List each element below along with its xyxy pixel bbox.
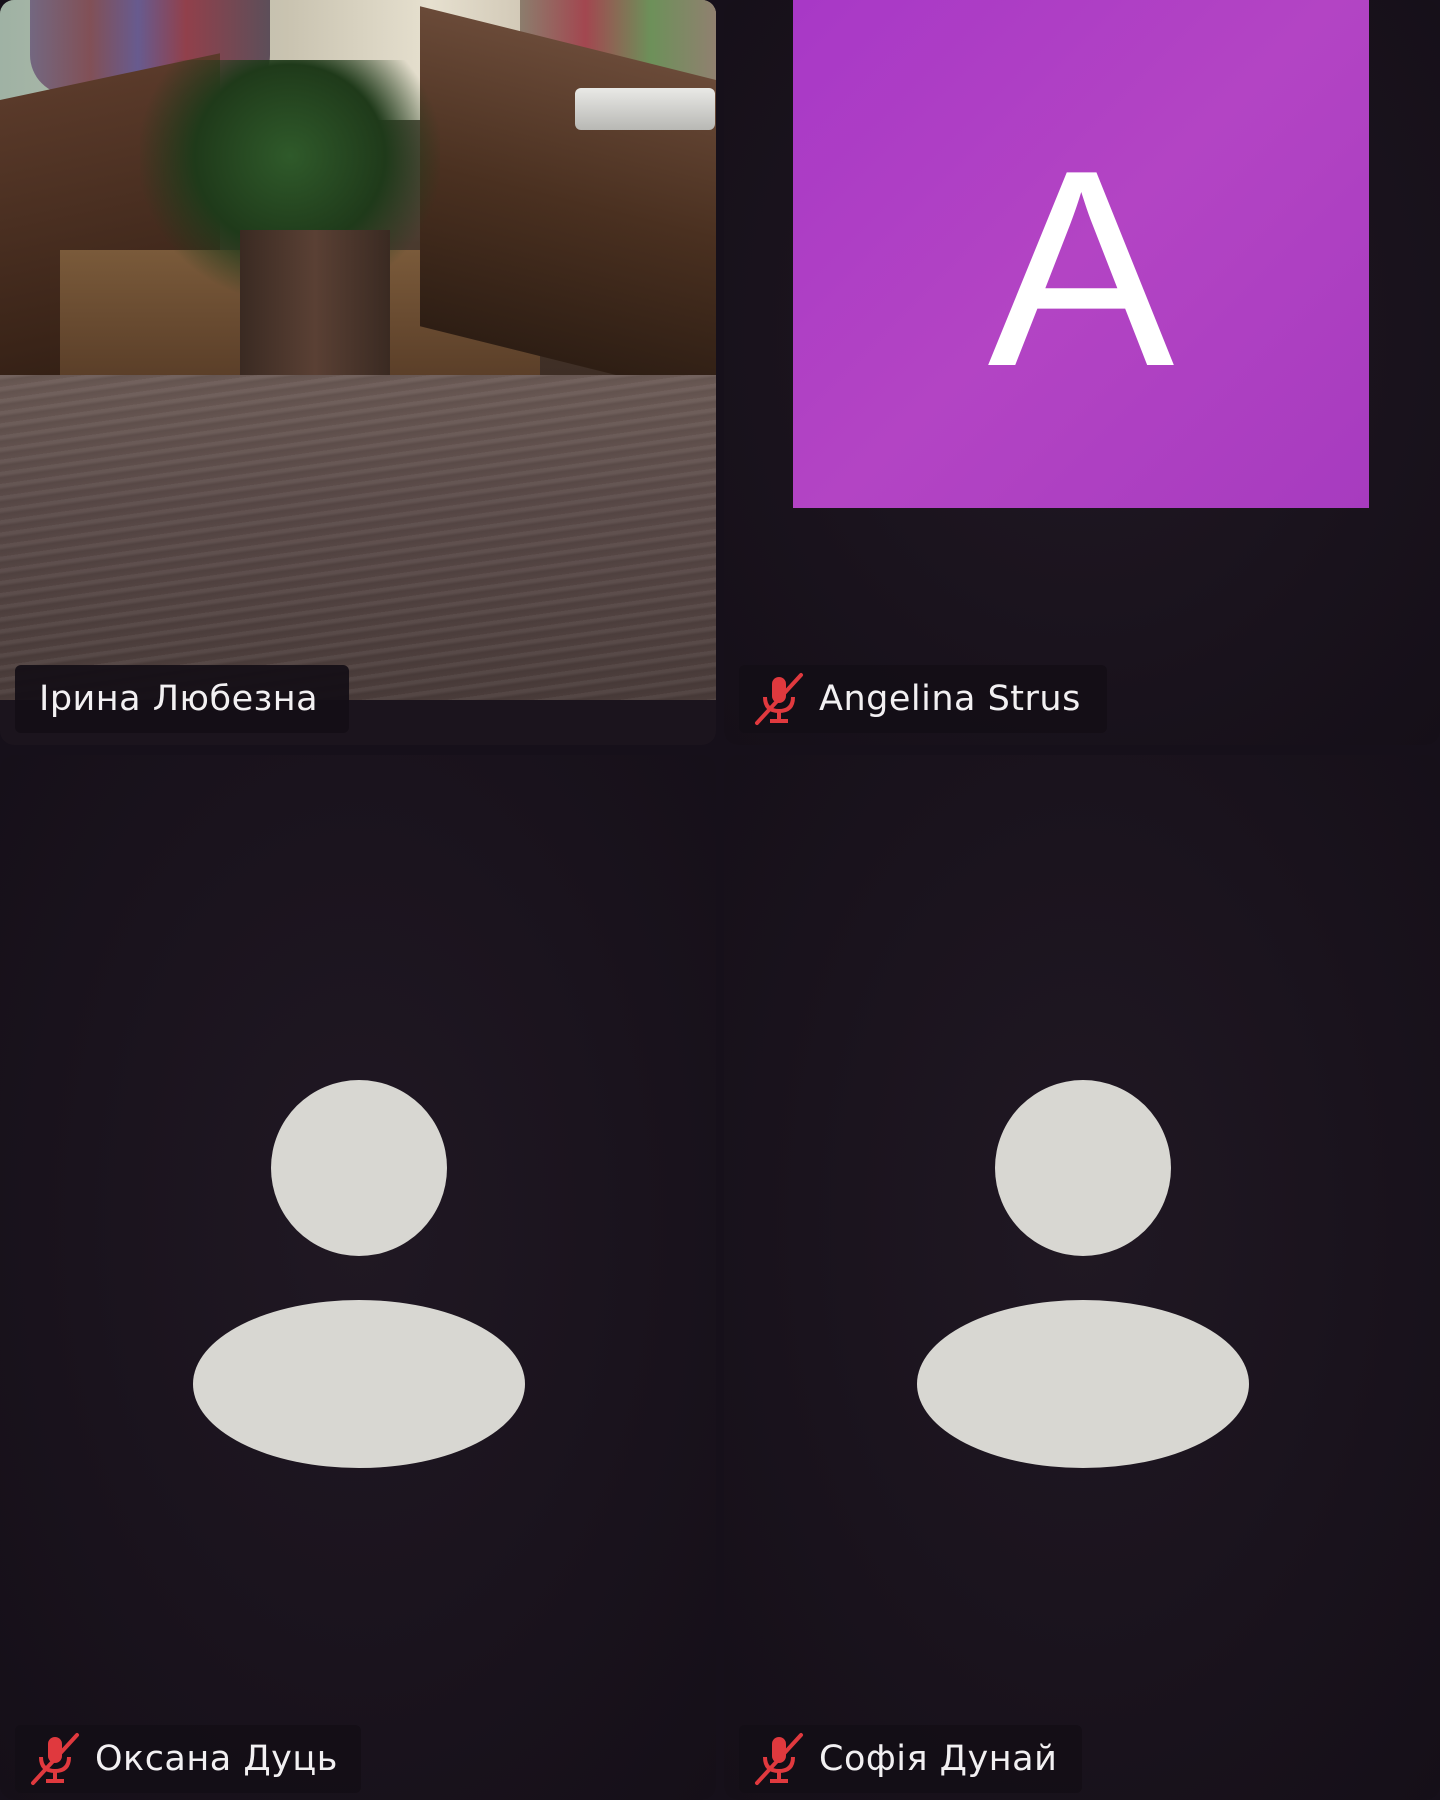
participant-name: Оксана Дуць [95, 1739, 338, 1779]
person-silhouette-icon [193, 1080, 533, 1480]
participant-video-feed [0, 0, 716, 700]
participant-tile-irina[interactable]: Ірина Любезна [0, 0, 716, 745]
mic-off-icon [749, 671, 809, 727]
person-silhouette-icon [917, 1080, 1257, 1480]
participant-name-label: Angelina Strus [739, 665, 1107, 733]
participant-name-label: Оксана Дуць [15, 1725, 361, 1793]
participant-name-label: Ірина Любезна [15, 665, 349, 733]
mic-off-icon [749, 1731, 809, 1787]
participant-tile-oksana[interactable]: Оксана Дуць [0, 755, 716, 1800]
participant-name: Angelina Strus [819, 679, 1081, 719]
avatar-letter-tile: A [793, 0, 1369, 508]
participant-name: Софія Дунай [819, 1739, 1058, 1779]
participant-tile-sofia[interactable]: Софія Дунай [724, 755, 1440, 1800]
participant-name-label: Софія Дунай [739, 1725, 1082, 1793]
participant-name: Ірина Любезна [39, 679, 319, 719]
avatar-letter: A [987, 113, 1175, 425]
mic-off-icon [25, 1731, 85, 1787]
video-call-grid: Ірина Любезна A Angelina Strus Оксана Ду… [0, 0, 1440, 1800]
